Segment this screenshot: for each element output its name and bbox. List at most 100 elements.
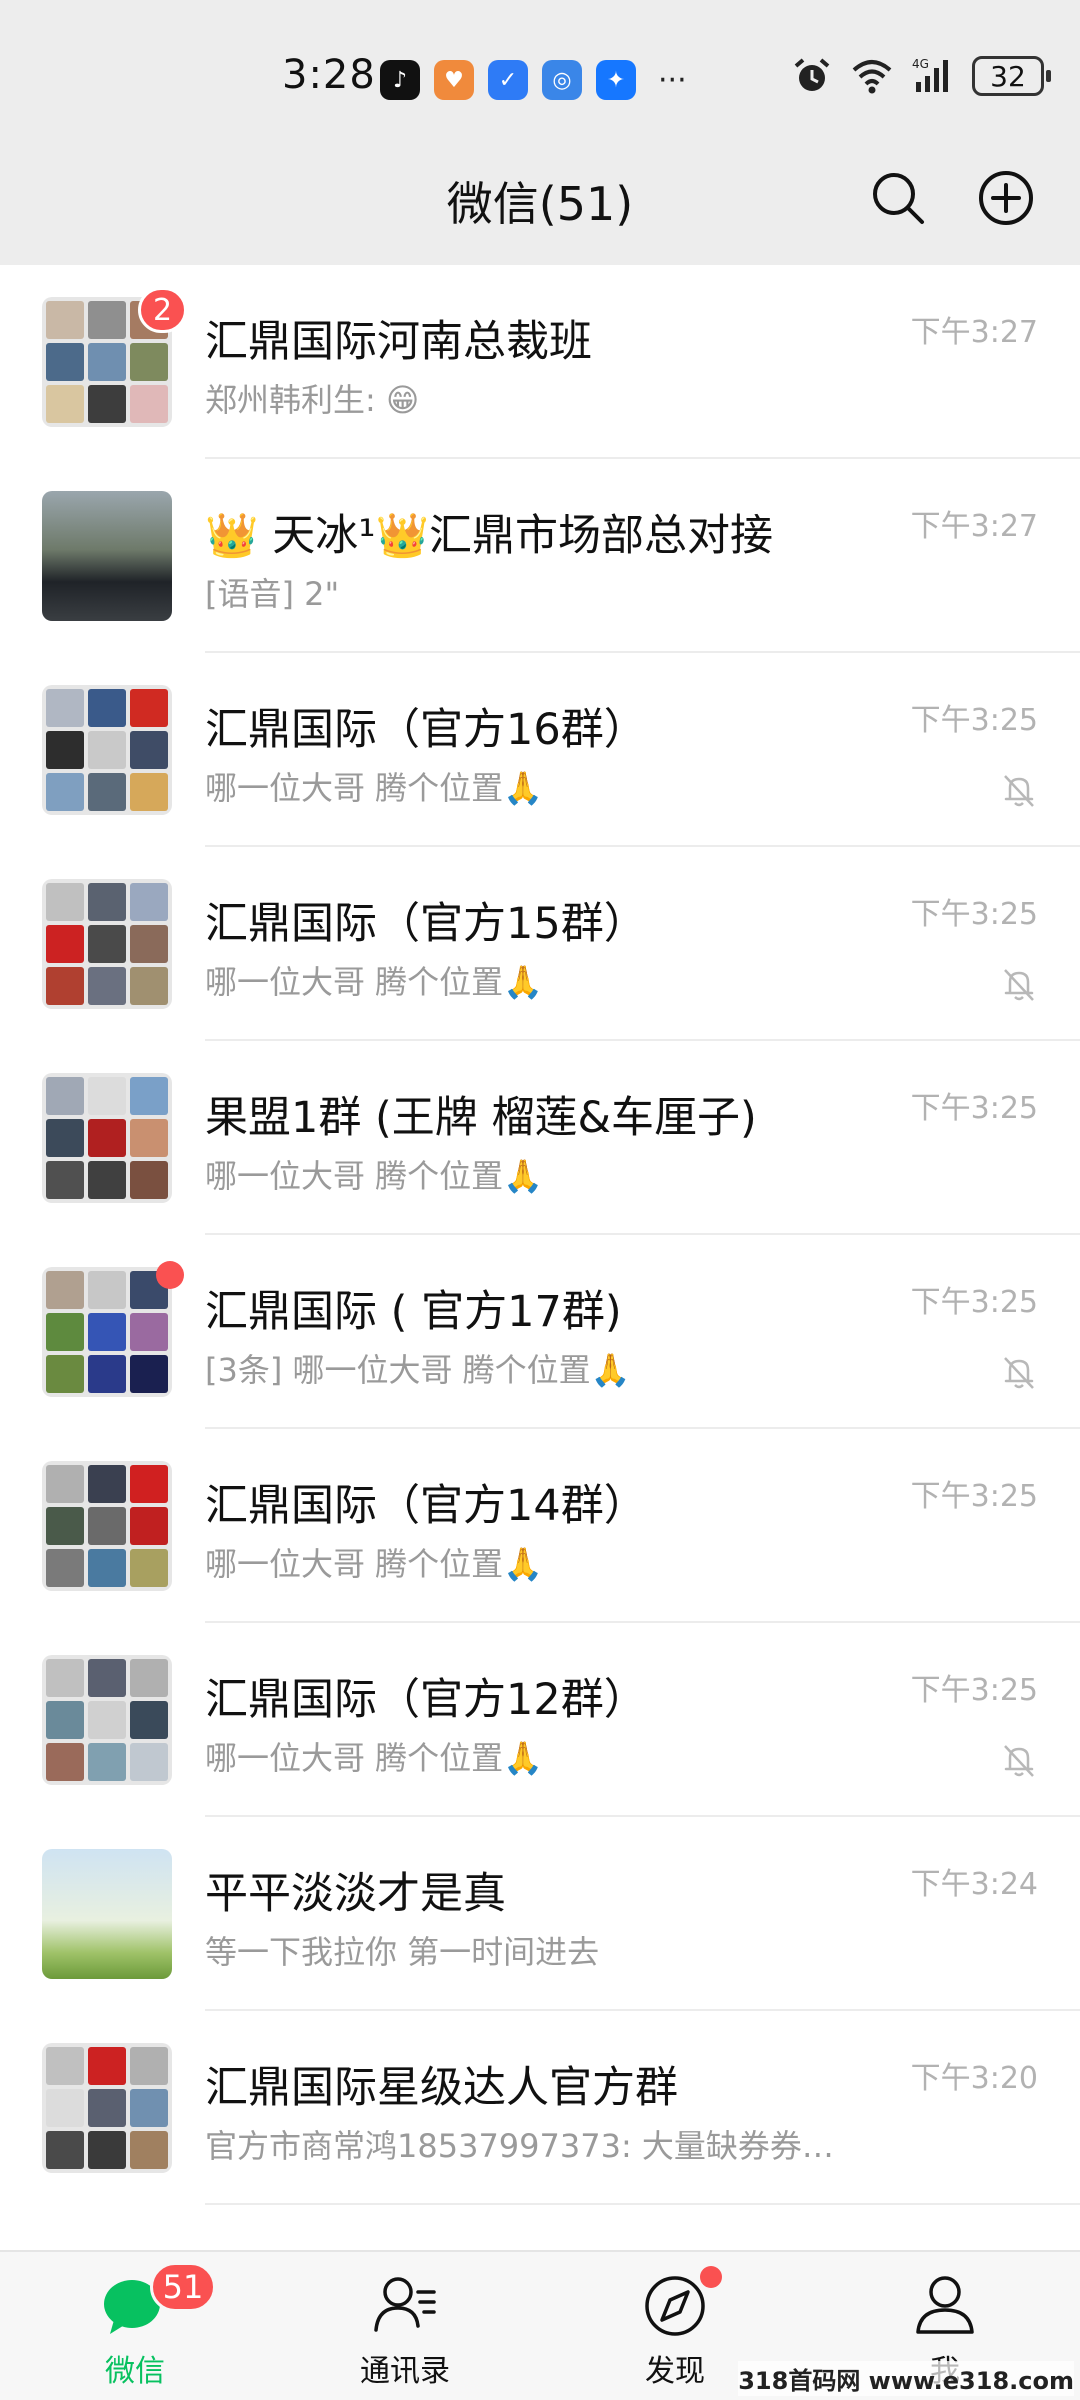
avatar-tile [88, 967, 126, 1005]
chat-time: 下午3:27 [910, 315, 1038, 350]
chat-time: 下午3:25 [910, 703, 1038, 738]
douyin-icon: ♪ [380, 60, 420, 100]
avatar-tile [46, 773, 84, 811]
avatar-tile [130, 925, 168, 963]
avatar-tile [88, 1161, 126, 1199]
chat-title: 汇鼎国际星级达人官方群 [205, 2063, 678, 2113]
chat-row[interactable]: 果盟1群 (王牌 榴莲&车厘子) 哪一位大哥 腾个位置🙏 下午3:25 [0, 1041, 1080, 1235]
compass-icon [645, 2276, 705, 2336]
tab-discover-label: 发现 [645, 2354, 705, 2389]
shield-app-icon: ✓ [488, 60, 528, 100]
avatar-tile [46, 967, 84, 1005]
chat-row[interactable]: 汇鼎国际（官方15群） 哪一位大哥 腾个位置🙏 下午3:25 [0, 847, 1080, 1041]
avatar-tile [46, 1313, 84, 1351]
avatar-tile [46, 1271, 84, 1309]
chat-row[interactable]: 平平淡淡才是真等一下我拉你 第一时间进去 下午3:24 [0, 1817, 1080, 2011]
avatar-tile [46, 883, 84, 921]
chat-time: 下午3:27 [910, 509, 1038, 544]
chat-row[interactable]: 汇鼎国际（官方12群） 哪一位大哥 腾个位置🙏 下午3:25 [0, 1623, 1080, 1817]
tab-chats[interactable]: 51 微信 [0, 2252, 270, 2400]
chat-title: 平平淡淡才是真 [205, 1869, 506, 1919]
chat-avatar [42, 1073, 172, 1203]
avatar-tile [46, 925, 84, 963]
row-divider [205, 2203, 1080, 2205]
search-icon[interactable] [868, 168, 928, 228]
avatar-tile [130, 2047, 168, 2085]
tab-contacts-label: 通讯录 [360, 2354, 450, 2389]
avatar-tile [130, 1743, 168, 1781]
mute-bell-icon [1004, 969, 1034, 1001]
avatar-tile [88, 2047, 126, 2085]
chat-row[interactable]: 汇鼎国际（官方16群） 哪一位大哥 腾个位置🙏 下午3:25 [0, 653, 1080, 847]
add-plus-icon[interactable] [976, 168, 1036, 228]
avatar-tile [46, 1743, 84, 1781]
avatar-tile [88, 385, 126, 423]
avatar-tile [88, 1465, 126, 1503]
alarm-icon [794, 58, 830, 91]
chat-row[interactable]: 汇鼎国际星级达人官方群 官方市商常鸿18537997373: 大量缺券券… 下午3:… [0, 2011, 1080, 2205]
chat-time: 下午3:24 [910, 1867, 1038, 1902]
health-app-icon: ♥ [434, 60, 474, 100]
avatar-tile [130, 2089, 168, 2127]
avatar-tile [88, 2089, 126, 2127]
chat-title: 汇鼎国际（官方16群） [205, 705, 647, 755]
avatar-tile [88, 1549, 126, 1587]
avatar-tile [88, 301, 126, 339]
chat-row[interactable]: 2 汇鼎国际河南总裁班 郑州韩利生: 😁 下午3:27 [0, 265, 1080, 459]
avatar-tile [130, 1161, 168, 1199]
chat-avatar [42, 1267, 172, 1397]
avatar-tile [46, 2047, 84, 2085]
chat-title: 果盟1群 (王牌 榴莲&车厘子) [205, 1093, 757, 1143]
avatar-tile [130, 1313, 168, 1351]
chat-avatar [42, 685, 172, 815]
avatar-tile [130, 883, 168, 921]
tab-discover-dot [700, 2266, 722, 2288]
unread-count-badge: 2 [138, 287, 188, 333]
watermark: 318首码网 www.e318.com [738, 2361, 1074, 2396]
avatar-tile [130, 689, 168, 727]
avatar-tile [130, 385, 168, 423]
chat-time: 下午3:25 [910, 897, 1038, 932]
tab-chats-badge: 51 [150, 2262, 216, 2312]
avatar-tile [88, 883, 126, 921]
network-type: 4G [912, 57, 929, 71]
avatar-tile [46, 343, 84, 381]
wifi-icon [852, 60, 892, 94]
chat-time: 下午3:25 [910, 1479, 1038, 1514]
avatar-tile [130, 1465, 168, 1503]
chat-last-message: 哪一位大哥 腾个位置🙏 [205, 1157, 544, 1195]
status-bar: 3:28 ♪ ♥ ✓ ◎ ✦ ··· 4G 32 [0, 0, 1080, 140]
avatar-tile [130, 1355, 168, 1393]
chat-row[interactable]: 汇鼎国际（官方14群） 哪一位大哥 腾个位置🙏 下午3:25 [0, 1429, 1080, 1623]
chat-title: 汇鼎国际（官方14群） [205, 1481, 647, 1531]
chat-title: 汇鼎国际（官方15群） [205, 899, 647, 949]
chat-title: 汇鼎国际河南总裁班 [205, 317, 592, 367]
avatar-tile [130, 1659, 168, 1697]
app-header: 微信(51) [0, 140, 1080, 265]
mute-bell-icon [1004, 1357, 1034, 1389]
chat-avatar [42, 491, 172, 621]
tab-chats-label: 微信 [105, 2354, 165, 2389]
chat-row[interactable]: 汇鼎国际 ( 官方17群) [3条] 哪一位大哥 腾个位置🙏 下午3:25 [0, 1235, 1080, 1429]
avatar-tile [88, 731, 126, 769]
tab-contacts[interactable]: 通讯录 [270, 2252, 540, 2400]
chat-list[interactable]: 2 汇鼎国际河南总裁班 郑州韩利生: 😁 下午3:27 👑 天冰¹👑汇鼎市场部总对接 [语… [0, 265, 1080, 2205]
avatar-tile [130, 1507, 168, 1545]
avatar-tile [88, 2131, 126, 2169]
avatar-tile [88, 1313, 126, 1351]
chat-row[interactable]: 👑 天冰¹👑汇鼎市场部总对接 [语音] 2" 下午3:27 [0, 459, 1080, 653]
contacts-icon [374, 2277, 436, 2332]
avatar-tile [88, 1659, 126, 1697]
avatar-tile [46, 2089, 84, 2127]
chat-title: 汇鼎国际（官方12群） [205, 1675, 647, 1725]
chat-avatar [42, 1655, 172, 1785]
chat-last-message: 等一下我拉你 第一时间进去 [205, 1933, 600, 1971]
avatar-tile [46, 1507, 84, 1545]
chat-title: 汇鼎国际 ( 官方17群) [205, 1287, 622, 1337]
avatar-tile [46, 2131, 84, 2169]
avatar-tile [46, 301, 84, 339]
chat-last-message: 哪一位大哥 腾个位置🙏 [205, 963, 544, 1001]
status-app-icons: ♪ ♥ ✓ ◎ ✦ ··· [380, 60, 687, 100]
avatar-tile [46, 1355, 84, 1393]
chat-last-message: 哪一位大哥 腾个位置🙏 [205, 769, 544, 807]
